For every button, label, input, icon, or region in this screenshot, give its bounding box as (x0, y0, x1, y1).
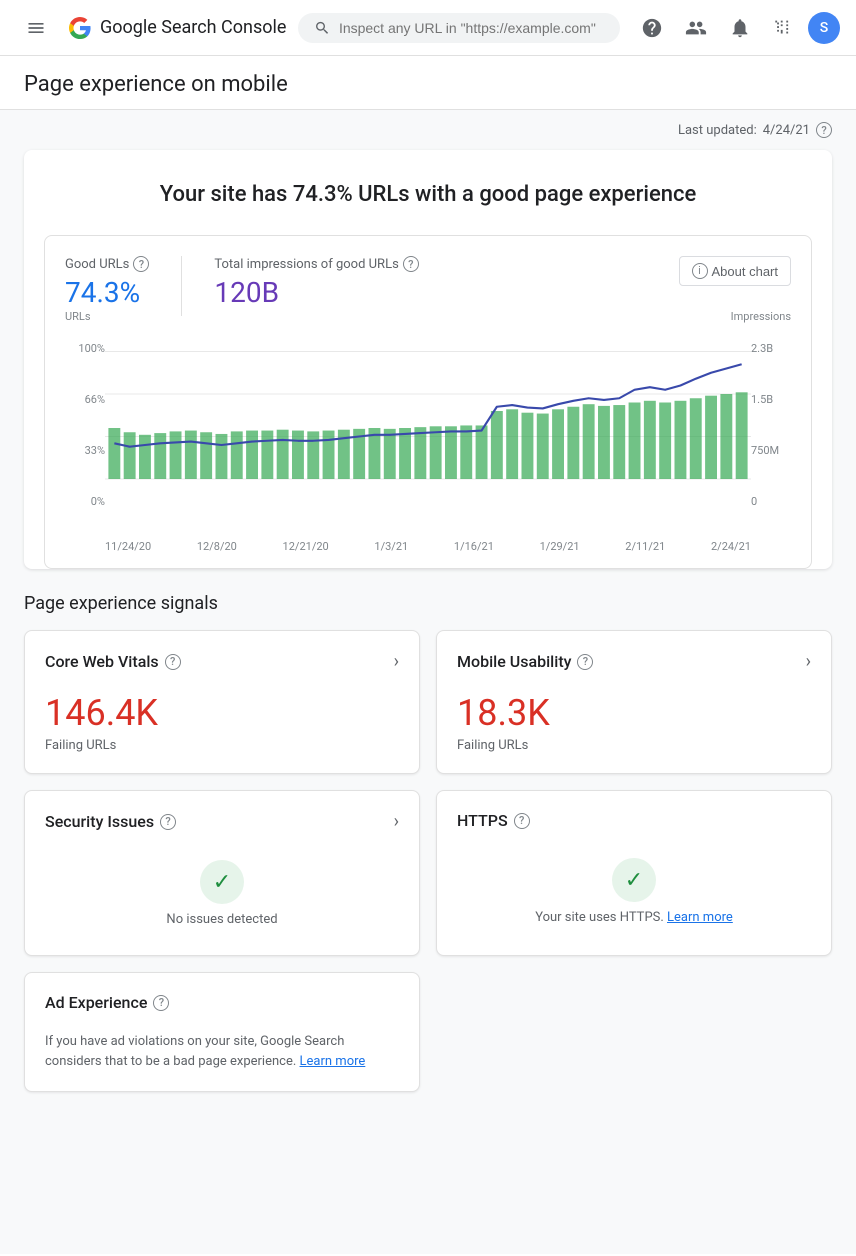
mobile-usability-title: Mobile Usability ? (457, 652, 593, 671)
y-left-33: 33% (69, 444, 105, 457)
hero-title: Your site has 74.3% URLs with a good pag… (48, 182, 808, 207)
search-input[interactable] (339, 20, 604, 36)
x-label-0: 11/24/20 (105, 540, 151, 553)
people-button[interactable] (676, 8, 716, 48)
y-right-1.5b: 1.5B (751, 393, 787, 406)
https-check-icon: ✓ (625, 868, 643, 893)
core-web-vitals-card[interactable]: Core Web Vitals ? › 146.4K Failing URLs (24, 630, 420, 774)
ad-experience-header: Ad Experience ? (45, 993, 399, 1012)
ad-experience-body: If you have ad violations on your site, … (45, 1032, 399, 1071)
ad-experience-learn-more-link[interactable]: Learn more (300, 1054, 366, 1069)
chart-y-left-title: URLs (65, 310, 91, 323)
core-web-vitals-header: Core Web Vitals ? › (45, 651, 399, 672)
https-help-icon[interactable]: ? (514, 813, 530, 829)
https-learn-more-link[interactable]: Learn more (667, 910, 733, 925)
menu-button[interactable] (16, 8, 56, 48)
https-card: HTTPS ? ✓ Your site uses HTTPS. Learn mo… (436, 790, 832, 956)
main-content: Last updated: 4/24/21 ? Your site has 74… (0, 110, 856, 1254)
mobile-usability-value: 18.3K (457, 692, 811, 734)
chart-metrics: Good URLs ? 74.3% Total impressions of g… (65, 256, 791, 316)
good-urls-value: 74.3% (65, 276, 149, 309)
help-button[interactable] (632, 8, 672, 48)
y-left-0: 0% (69, 495, 105, 508)
last-updated-help-icon[interactable]: ? (816, 122, 832, 138)
x-label-6: 2/11/21 (625, 540, 665, 553)
good-urls-metric: Good URLs ? 74.3% (65, 256, 149, 309)
https-check-circle: ✓ (612, 858, 656, 902)
core-web-vitals-value: 146.4K (45, 692, 399, 734)
impressions-help-icon[interactable]: ? (403, 256, 419, 272)
mobile-usability-card[interactable]: Mobile Usability ? › 18.3K Failing URLs (436, 630, 832, 774)
page-title-bar: Page experience on mobile (0, 56, 856, 110)
ad-experience-help-icon[interactable]: ? (153, 995, 169, 1011)
security-issues-help-icon[interactable]: ? (160, 814, 176, 830)
impressions-value: 120B (214, 276, 418, 309)
y-right-0: 0 (751, 495, 787, 508)
y-right-750m: 750M (751, 444, 787, 457)
x-label-5: 1/29/21 (540, 540, 580, 553)
https-ok: ✓ Your site uses HTTPS. Learn more (457, 850, 811, 933)
core-web-vitals-help-icon[interactable]: ? (165, 654, 181, 670)
search-icon (314, 19, 330, 37)
x-label-1: 12/8/20 (197, 540, 237, 553)
logo-text: Google Search Console (100, 17, 286, 38)
security-issues-chevron-icon: › (394, 811, 399, 832)
ad-experience-title: Ad Experience ? (45, 993, 169, 1012)
security-check-icon: ✓ (213, 870, 231, 895)
header-actions: S (632, 8, 840, 48)
last-updated-date: 4/24/21 (763, 123, 810, 138)
security-issues-ok: ✓ No issues detected (45, 852, 399, 935)
y-left-100: 100% (69, 342, 105, 355)
last-updated-bar: Last updated: 4/24/21 ? (24, 110, 832, 150)
https-header: HTTPS ? (457, 811, 811, 830)
app-logo: Google Search Console (68, 16, 286, 40)
x-label-7: 2/24/21 (711, 540, 751, 553)
core-web-vitals-chevron-icon: › (394, 651, 399, 672)
core-web-vitals-title: Core Web Vitals ? (45, 652, 181, 671)
chart-card: Good URLs ? 74.3% Total impressions of g… (44, 235, 812, 569)
last-updated-label: Last updated: (678, 123, 757, 138)
https-ok-text: Your site uses HTTPS. Learn more (535, 910, 733, 925)
avatar[interactable]: S (808, 12, 840, 44)
mobile-usability-header: Mobile Usability ? › (457, 651, 811, 672)
good-urls-label: Good URLs ? (65, 256, 149, 272)
impressions-label: Total impressions of good URLs ? (214, 256, 418, 272)
search-bar[interactable] (298, 13, 620, 43)
apps-button[interactable] (764, 8, 804, 48)
app-header: Google Search Console S (0, 0, 856, 56)
security-check-circle: ✓ (200, 860, 244, 904)
chart-y-right-title: Impressions (731, 310, 791, 323)
ad-experience-card: Ad Experience ? If you have ad violation… (24, 972, 420, 1092)
mobile-usability-chevron-icon: › (806, 651, 811, 672)
good-urls-help-icon[interactable]: ? (133, 256, 149, 272)
hero-section: Your site has 74.3% URLs with a good pag… (24, 150, 832, 569)
mobile-usability-sub: Failing URLs (457, 738, 811, 753)
impressions-metric: Total impressions of good URLs ? 120B (214, 256, 418, 309)
security-issues-header: Security Issues ? › (45, 811, 399, 832)
mobile-usability-help-icon[interactable]: ? (577, 654, 593, 670)
notifications-button[interactable] (720, 8, 760, 48)
y-left-66: 66% (69, 393, 105, 406)
https-title: HTTPS ? (457, 811, 530, 830)
x-label-3: 1/3/21 (374, 540, 408, 553)
y-right-2.3b: 2.3B (751, 342, 787, 355)
signals-section: Page experience signals Core Web Vitals … (24, 593, 832, 1092)
signals-title: Page experience signals (24, 593, 832, 614)
security-issues-title: Security Issues ? (45, 812, 176, 831)
about-chart-button[interactable]: i About chart (679, 256, 792, 286)
x-label-2: 12/21/20 (283, 540, 329, 553)
core-web-vitals-sub: Failing URLs (45, 738, 399, 753)
signals-grid: Core Web Vitals ? › 146.4K Failing URLs … (24, 630, 832, 1092)
chart-visualization: URLs Impressions (65, 328, 791, 548)
metrics-divider (181, 256, 182, 316)
about-chart-info-icon: i (692, 263, 708, 279)
security-ok-text: No issues detected (166, 912, 277, 927)
security-issues-card[interactable]: Security Issues ? › ✓ No issues detected (24, 790, 420, 956)
x-label-4: 1/16/21 (454, 540, 494, 553)
page-title: Page experience on mobile (24, 72, 832, 97)
chart-svg (105, 328, 751, 528)
